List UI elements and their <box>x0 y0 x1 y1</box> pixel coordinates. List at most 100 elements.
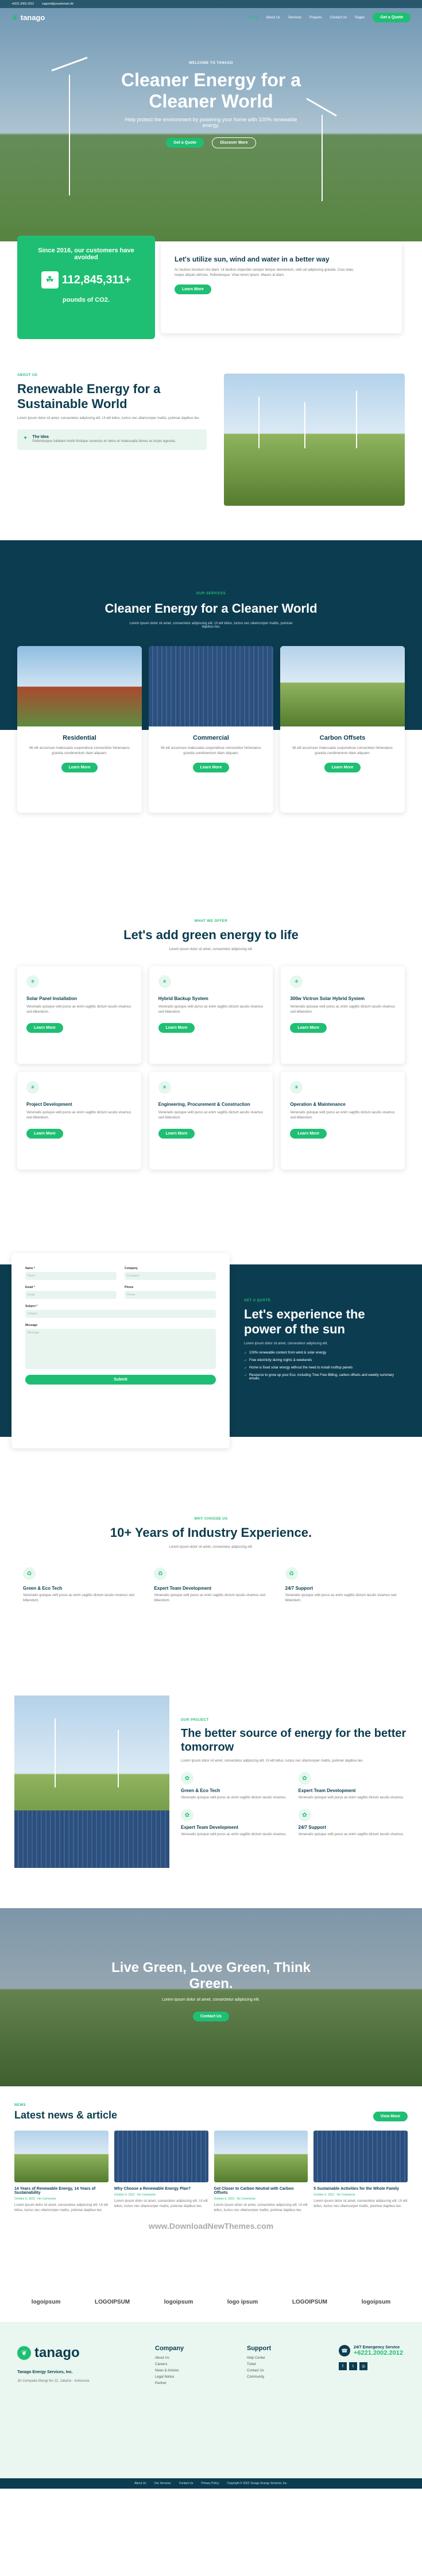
about-body: Lorem ipsum dolor sit amet, consectetur … <box>17 417 200 420</box>
news-post-body: Lorem ipsum dolor sit amet, consectetur … <box>313 2200 408 2208</box>
subject-field[interactable]: Subject <box>25 1310 216 1318</box>
why-kicker: WHY CHOOSE US <box>194 1517 228 1521</box>
hero-quote-button[interactable]: Get a Quote <box>166 137 204 148</box>
footer-links: About Us Careers News & Articles Legal Noti… <box>155 2356 224 2385</box>
offer-learn-more-button[interactable]: Learn More <box>290 1023 327 1033</box>
turbine-image <box>356 391 357 448</box>
news-kicker: NEWS <box>14 2104 26 2107</box>
footer-link[interactable]: News & Articles <box>155 2369 224 2373</box>
footer-link[interactable]: Community <box>247 2375 316 2379</box>
email-field[interactable]: Email <box>25 1291 117 1299</box>
offer-learn-more-button[interactable]: Learn More <box>26 1129 63 1139</box>
footer-link[interactable]: Contact Us <box>247 2369 316 2373</box>
bulb-icon: ✦ <box>23 435 28 441</box>
offer-section: WHAT WE OFFER Let's add green energy to … <box>0 897 422 1241</box>
footer-col-title: Company <box>155 2345 184 2352</box>
offer-learn-more-button[interactable]: Learn More <box>26 1023 63 1033</box>
offer-card: ☀ Solar Panel Installation Venenatis quisq… <box>17 966 141 1064</box>
why-item: ♻ Expert Team Development Venenatis quisqu… <box>154 1567 268 1604</box>
brand-name: tanago <box>20 13 45 22</box>
footer-bottom-link[interactable]: Our Services <box>154 2482 171 2485</box>
nav-item-contact[interactable]: Contact Us <box>330 16 347 20</box>
offer-card: ☀ Engineering, Procurement & Construction… <box>149 1072 273 1170</box>
service-learn-more-button[interactable]: Learn More <box>324 763 361 772</box>
news-card[interactable]: 14 Years of Renewable Energy, 14 Years o… <box>14 2131 109 2213</box>
news-post-title[interactable]: Get Closer to Carbon Neutral with Carbon… <box>214 2187 308 2195</box>
get-quote-button[interactable]: Get a Quote <box>373 13 411 22</box>
footer-link[interactable]: Careers <box>155 2363 224 2366</box>
news-card[interactable]: Get Closer to Carbon Neutral with Carbon… <box>214 2131 308 2213</box>
hero-discover-button[interactable]: Discover More <box>212 137 256 148</box>
service-icon: ☀ <box>290 975 303 988</box>
stats-number: 112,845,311+ <box>61 273 131 286</box>
feature-icon: ✿ <box>298 1809 311 1821</box>
instagram-icon[interactable]: ◎ <box>359 2362 367 2370</box>
offer-card: ☀ Project Development Venenatis quisque ve… <box>17 1072 141 1170</box>
nav-item-pages[interactable]: Pages <box>355 16 365 20</box>
company-field[interactable]: Company <box>125 1272 216 1280</box>
offer-item-title: Operation & Maintenance <box>290 1102 346 1107</box>
service-icon: ☀ <box>158 975 171 988</box>
footer-bottom-link[interactable]: Contact Us <box>179 2482 193 2485</box>
service-learn-more-button[interactable]: Learn More <box>192 763 230 772</box>
news-image[interactable] <box>313 2131 408 2182</box>
phone-field[interactable]: Phone <box>125 1291 216 1299</box>
news-post-title[interactable]: Why Choose a Renewable Energy Plan? <box>114 2187 208 2191</box>
news-post-title[interactable]: 14 Years of Renewable Energy, 14 Years o… <box>14 2187 109 2195</box>
offer-learn-more-button[interactable]: Learn More <box>158 1129 195 1139</box>
news-post-body: Lorem ipsum dolor sit amet, consectetur … <box>114 2200 208 2208</box>
news-section: NEWS Latest news & article View More 14 … <box>0 2086 422 2282</box>
service-body: Mi elit accumsan malesuada suspendisse c… <box>29 747 130 755</box>
news-post-title[interactable]: 5 Sustainable Activities for the Whole F… <box>313 2187 408 2191</box>
nav-item-services[interactable]: Services <box>288 16 301 20</box>
phone-text[interactable]: +6221.2002.2012 <box>11 2 34 6</box>
footer-link[interactable]: Partner <box>155 2382 224 2385</box>
top-bar: +6221.2002.2012 support@yourdomain.tld <box>0 0 422 8</box>
offer-learn-more-button[interactable]: Learn More <box>290 1129 327 1139</box>
footer-logo[interactable]: ❦ tanago <box>17 2345 132 2361</box>
logo[interactable]: ❦ tanago <box>11 13 45 22</box>
name-field[interactable]: Name <box>25 1272 117 1280</box>
check-icon: ✔ <box>244 1374 247 1378</box>
footer-col-title: Support <box>247 2345 272 2352</box>
footer-link[interactable]: Legal Notice <box>155 2375 224 2379</box>
offer-body: Lorem ipsum dolor sit amet, consectetur … <box>169 948 253 951</box>
offer-item-title: 300w Victron Solar Hybrid System <box>290 996 365 1001</box>
message-field[interactable]: Message <box>25 1329 216 1369</box>
feature-icon: ♻ <box>285 1567 298 1580</box>
turbine-image <box>55 1718 56 1787</box>
stats-section: Since 2016, our customers have avoided ☘… <box>0 236 422 339</box>
twitter-icon[interactable]: t <box>349 2362 357 2370</box>
facebook-icon[interactable]: f <box>339 2362 347 2370</box>
offer-grid: ☀ Solar Panel Installation Venenatis quisq… <box>0 952 422 1183</box>
contact-us-button[interactable]: Contact Us <box>193 2012 229 2021</box>
nav-item-about[interactable]: About Us <box>266 16 280 20</box>
news-card[interactable]: Why Choose a Renewable Energy Plan? Octob… <box>114 2131 208 2213</box>
nav-item-home[interactable]: Home <box>249 16 258 20</box>
email-text[interactable]: support@yourdomain.tld <box>42 2 73 6</box>
nav-item-projects[interactable]: Projects <box>309 16 322 20</box>
news-image[interactable] <box>114 2131 208 2182</box>
why-item-body: Venenatis quisque velit purus ac enim sa… <box>285 1594 397 1602</box>
offer-item-body: Venenatis quisque velit purus ac enim sa… <box>158 1005 264 1014</box>
subject-label: Subject * <box>25 1305 38 1308</box>
submit-button[interactable]: Submit <box>25 1375 216 1385</box>
news-image[interactable] <box>14 2131 109 2182</box>
footer-bottom-link[interactable]: Privacy Policy <box>201 2482 219 2485</box>
footer-link[interactable]: Help Center <box>247 2356 316 2360</box>
footer-link[interactable]: Ticket <box>247 2363 316 2366</box>
emergency-phone[interactable]: +6221.2002.2012 <box>354 2350 403 2356</box>
service-body: Mi elit accumsan malesuada suspendisse c… <box>161 747 261 755</box>
news-image[interactable] <box>214 2131 308 2182</box>
offer-learn-more-button[interactable]: Learn More <box>158 1023 195 1033</box>
footer-link[interactable]: About Us <box>155 2356 224 2360</box>
why-grid: ♻ Green & Eco Tech Venenatis quisque velit… <box>0 1550 422 1621</box>
news-card[interactable]: 5 Sustainable Activities for the Whole F… <box>313 2131 408 2213</box>
stats-learn-more-button[interactable]: Learn More <box>175 284 211 294</box>
footer-bottom-link[interactable]: About Us <box>134 2482 146 2485</box>
service-card: Commercial Mi elit accumsan malesuada su… <box>149 646 273 813</box>
why-item: ♻ 24/7 Support Venenatis quisque velit pur… <box>285 1567 399 1604</box>
view-more-button[interactable]: View More <box>373 2112 408 2121</box>
service-learn-more-button[interactable]: Learn More <box>61 763 98 772</box>
why-title: 10+ Years of Industry Experience. <box>110 1525 312 1540</box>
